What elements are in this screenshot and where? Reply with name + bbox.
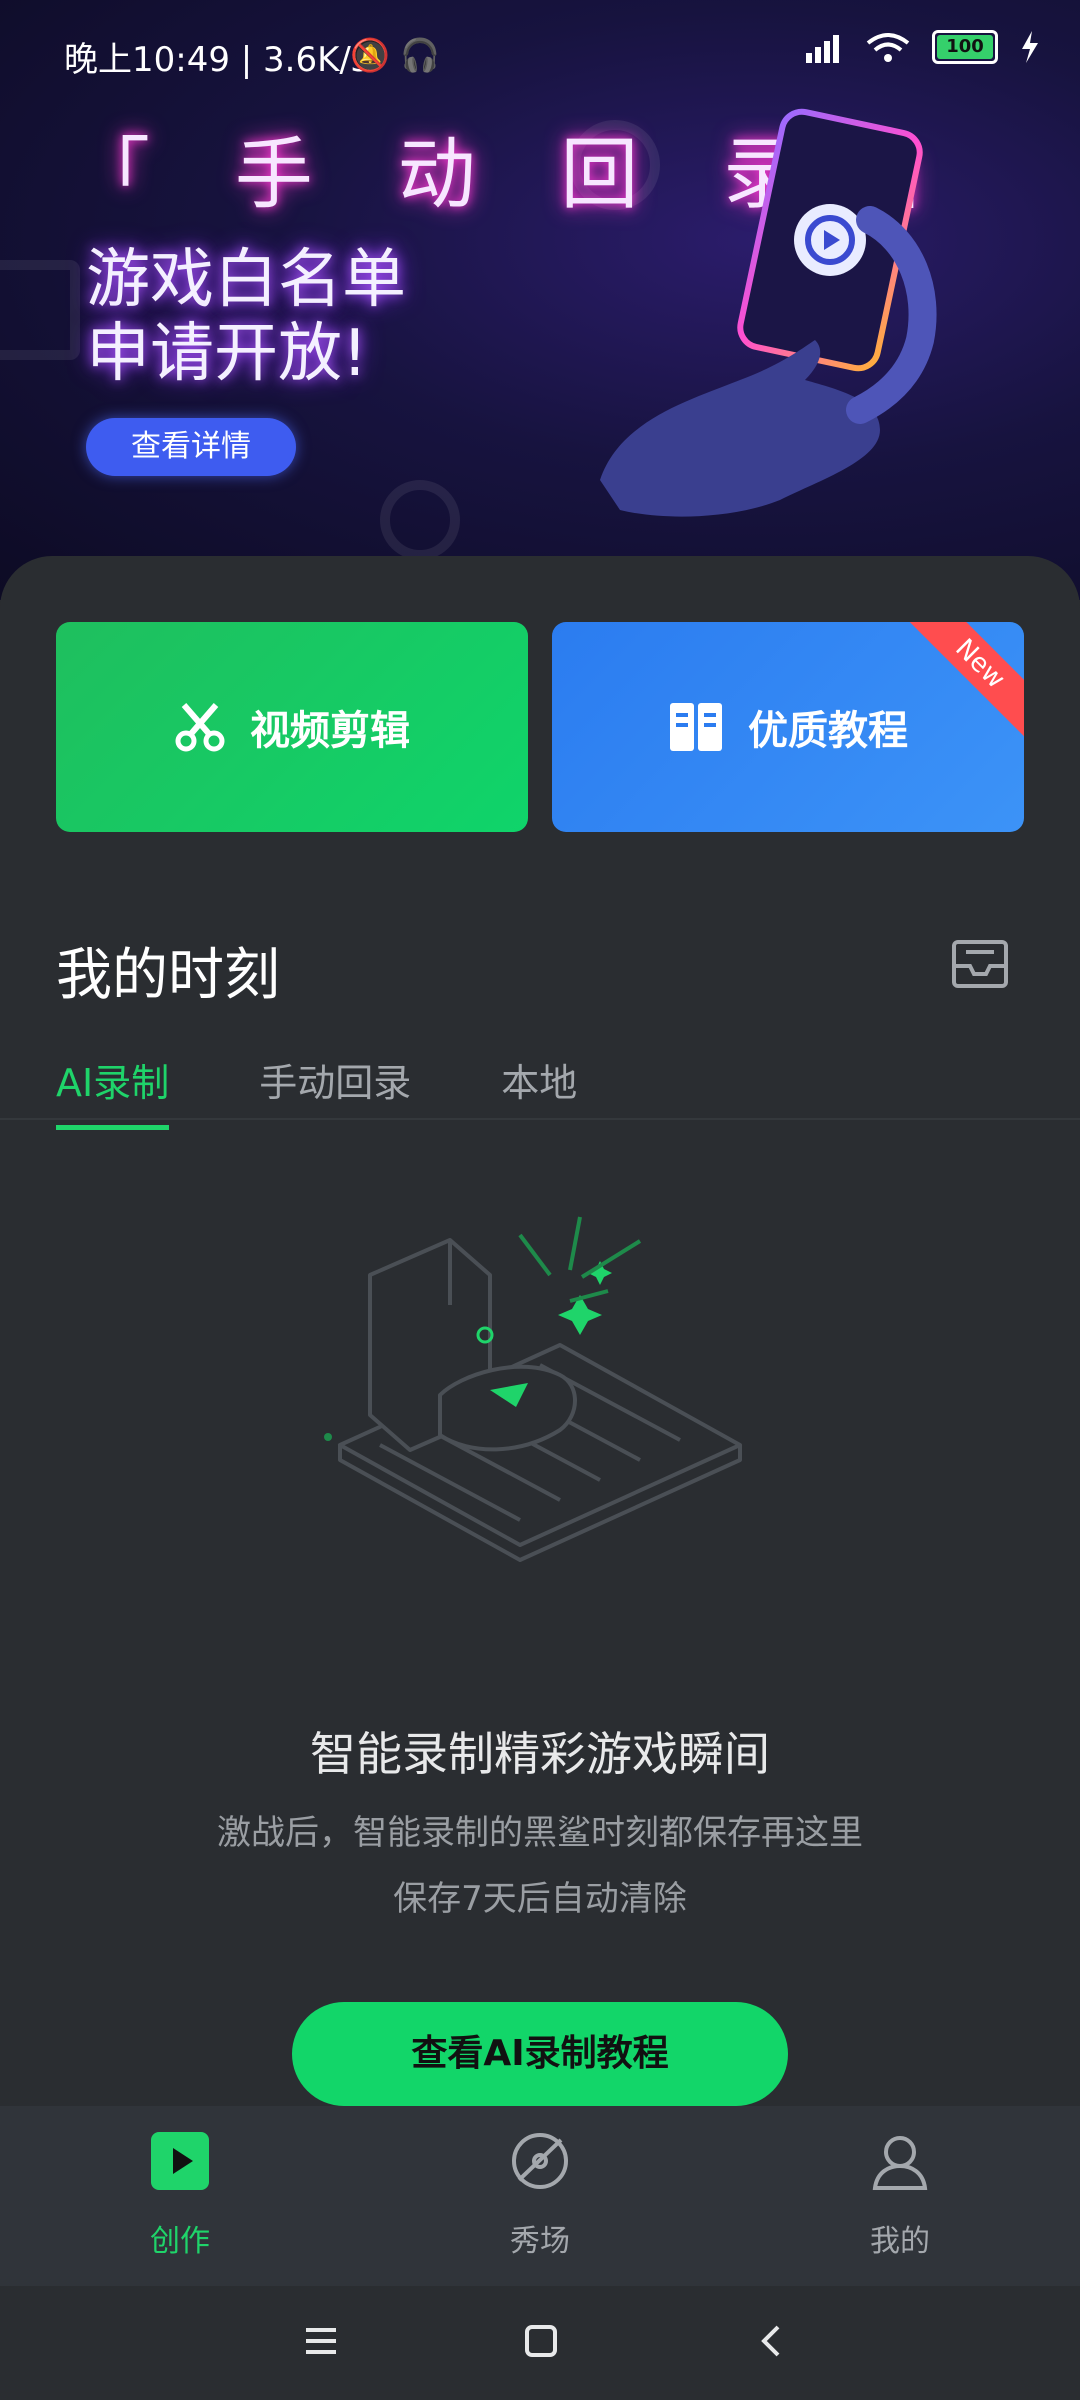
inbox-icon[interactable] <box>950 934 1010 994</box>
status-time: 晚上10:49 | 3.6K/s <box>64 40 369 80</box>
nav-me-label: 我的 <box>870 2224 930 2259</box>
wifi-icon <box>866 33 910 62</box>
scissors-icon <box>175 703 225 752</box>
new-badge: New <box>902 622 1024 742</box>
signal-icon <box>806 35 839 63</box>
nav-create[interactable]: 创作 <box>100 2130 260 2260</box>
back-icon[interactable] <box>756 2324 786 2358</box>
nav-showcase-label: 秀场 <box>510 2224 570 2259</box>
section-title: 我的时刻 <box>56 943 280 1008</box>
tutorial-label: 优质教程 <box>748 708 908 754</box>
planet-icon <box>512 2133 568 2189</box>
empty-state-description: 激战后，智能录制的黑鲨时刻都保存再这里 保存7天后自动清除 <box>0 1800 1080 1932</box>
video-edit-label: 视频剪辑 <box>250 708 410 754</box>
phone-hand-illustration <box>600 108 937 517</box>
book-icon <box>670 703 722 751</box>
tab-divider <box>0 1118 1080 1120</box>
view-details-button[interactable]: 查看详情 <box>86 418 296 476</box>
empty-state-title: 智能录制精彩游戏瞬间 <box>310 1727 770 1781</box>
battery-icon: 100 <box>932 30 998 64</box>
ai-tutorial-button[interactable]: 查看AI录制教程 <box>292 2002 788 2106</box>
charging-icon <box>1022 31 1038 63</box>
status-icons: 100 <box>804 30 1040 64</box>
decor-ring <box>380 480 460 560</box>
nav-me[interactable]: 我的 <box>820 2130 980 2260</box>
empty-desc-line-2: 保存7天后自动清除 <box>393 1879 687 1919</box>
play-square-icon <box>151 2132 209 2190</box>
video-edit-card[interactable]: 视频剪辑 <box>56 622 528 832</box>
menu-icon[interactable] <box>304 2324 338 2358</box>
home-icon[interactable] <box>524 2324 558 2358</box>
nav-create-label: 创作 <box>150 2224 210 2259</box>
empty-state-illustration <box>324 1216 742 1562</box>
system-nav-bar <box>0 2286 1080 2400</box>
headphones-icon: 🎧 <box>400 36 440 74</box>
tutorial-card[interactable]: 优质教程 New <box>552 622 1024 832</box>
empty-desc-line-1: 激战后，智能录制的黑鲨时刻都保存再这里 <box>217 1813 863 1853</box>
person-icon <box>872 2136 928 2190</box>
banner-headline-2: 申请开放! <box>86 317 368 391</box>
decor-square <box>0 260 80 360</box>
mute-bell-icon: 🔕 <box>350 36 390 74</box>
status-bar: 晚上10:49 | 3.6K/s 🔕 🎧 100 <box>0 0 1080 110</box>
nav-showcase[interactable]: 秀场 <box>460 2130 620 2260</box>
